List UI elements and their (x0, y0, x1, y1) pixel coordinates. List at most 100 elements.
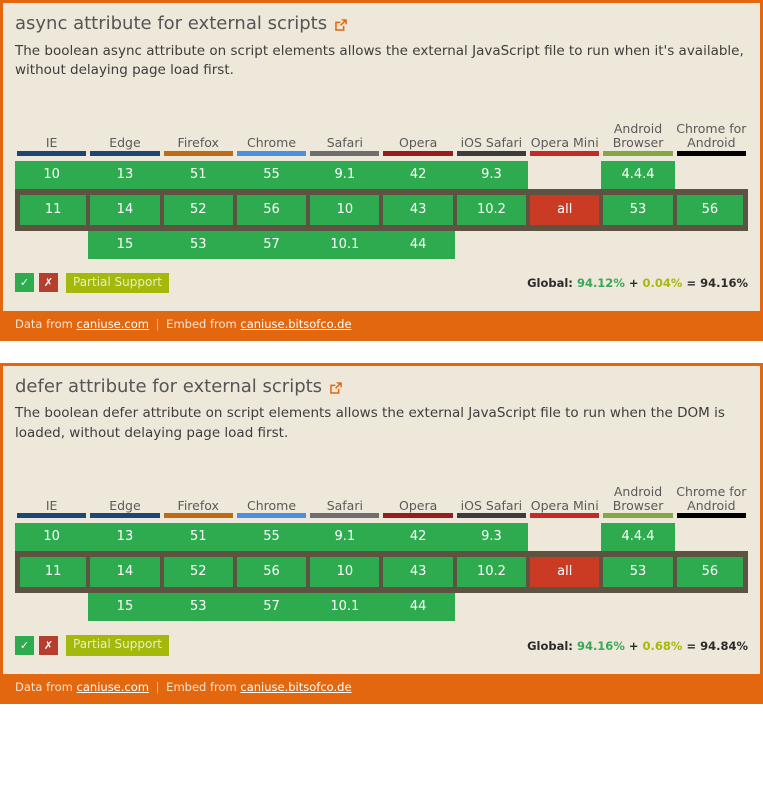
version-cell-wrap (675, 231, 748, 259)
version-cell[interactable]: 4.4.4 (601, 523, 675, 552)
legend-partial-support-key[interactable]: Partial Support (66, 635, 169, 656)
browser-rule-cell (308, 513, 381, 523)
version-cell[interactable]: 10 (310, 557, 380, 588)
browser-rule-cell (455, 513, 528, 523)
version-cell-wrap: 10.2 (454, 191, 529, 228)
version-cell-wrap: 10 (15, 160, 89, 189)
browser-name: Edge (109, 498, 141, 514)
global-label: Global: (527, 275, 573, 290)
version-cell[interactable]: 9.3 (454, 523, 529, 552)
legend-supported-key[interactable]: ✓ (15, 636, 34, 656)
support-table-head: IE Edge Firefox Chrome Safari Opera iOS Safari… (15, 95, 748, 161)
version-cell-wrap (528, 161, 601, 189)
version-cell[interactable]: 44 (381, 230, 455, 259)
version-cell[interactable]: 10.2 (456, 194, 527, 225)
version-cell[interactable]: 10.1 (308, 593, 382, 622)
browser-color-rule-edge (90, 513, 160, 519)
version-cell-wrap: 43 (381, 554, 455, 591)
version-cell[interactable]: 42 (381, 523, 455, 552)
version-cell[interactable]: 11 (20, 557, 87, 588)
browser-color-rule-android-browser (603, 513, 673, 519)
global-plus-sign: + (628, 638, 639, 653)
version-cell[interactable]: 44 (381, 593, 455, 622)
legend-unsupported-key[interactable]: ✗ (39, 636, 58, 656)
version-cell[interactable]: 10 (15, 523, 89, 552)
version-cell[interactable]: 10 (15, 160, 89, 189)
version-cell[interactable]: 9.1 (308, 523, 382, 552)
external-link-icon[interactable] (334, 18, 347, 31)
browser-header-ie: IE (15, 95, 88, 151)
version-cell[interactable]: 10 (310, 194, 380, 225)
footer-data-source-link[interactable]: caniuse.com (77, 317, 149, 331)
version-cell[interactable]: 53 (161, 593, 235, 622)
footer-data-source-link[interactable]: caniuse.com (77, 680, 149, 694)
version-cell[interactable]: 9.3 (454, 160, 529, 189)
version-cell[interactable]: 57 (234, 230, 309, 259)
version-cell-wrap: 10.1 (308, 593, 382, 622)
version-row-current: 11 14 52 56 10 43 10.2 all 53 56 (15, 554, 748, 591)
version-cell[interactable]: 9.1 (308, 160, 382, 189)
version-cell[interactable]: 55 (234, 160, 309, 189)
browser-name: Android Browser (612, 483, 664, 514)
version-cell[interactable]: 53 (603, 194, 673, 225)
version-cell-wrap: 42 (381, 160, 455, 189)
global-partial-support-pct: 0.68% (642, 638, 683, 653)
version-cell-wrap: 44 (381, 593, 455, 622)
external-link-icon[interactable] (329, 381, 342, 394)
browser-name: iOS Safari (460, 135, 523, 151)
version-cell[interactable]: all (530, 194, 600, 225)
version-cell[interactable]: 13 (88, 160, 162, 189)
browser-color-rule-safari (310, 150, 380, 156)
version-cell-wrap (528, 231, 601, 259)
version-cell[interactable]: 15 (88, 593, 162, 622)
legend-partial-support-key[interactable]: Partial Support (66, 272, 169, 293)
version-cell[interactable]: 14 (90, 557, 160, 588)
browser-rule-row (15, 513, 748, 523)
version-cell[interactable]: 53 (161, 230, 235, 259)
version-cell[interactable]: 13 (88, 523, 162, 552)
version-cell[interactable]: 43 (383, 194, 453, 225)
version-cell[interactable]: 56 (236, 557, 307, 588)
footer-embed-source-link[interactable]: caniuse.bitsofco.de (240, 680, 351, 694)
browser-header-safari: Safari (308, 95, 381, 151)
version-cell (675, 593, 748, 621)
version-cell[interactable]: 52 (163, 557, 233, 588)
legend-unsupported-key[interactable]: ✗ (39, 273, 58, 293)
version-cell[interactable]: 14 (90, 194, 160, 225)
check-icon: ✓ (19, 276, 30, 290)
version-cell[interactable]: 56 (676, 194, 743, 225)
version-cell[interactable]: 51 (161, 523, 235, 552)
version-cell[interactable]: 56 (236, 194, 307, 225)
version-cell[interactable]: 57 (234, 593, 309, 622)
version-cell[interactable]: all (530, 557, 600, 588)
panel-title-text: async attribute for external scripts (15, 13, 328, 34)
footer-embed-source-link[interactable]: caniuse.bitsofco.de (240, 317, 351, 331)
browser-header-ios-safari: iOS Safari (455, 457, 528, 513)
browser-header-ie: IE (15, 457, 88, 513)
version-cell[interactable]: 11 (20, 194, 87, 225)
browser-header-edge: Edge (88, 457, 161, 513)
version-cell[interactable]: 4.4.4 (601, 160, 675, 189)
version-cell[interactable]: 52 (163, 194, 233, 225)
version-cell[interactable]: 10.2 (456, 557, 527, 588)
version-cell[interactable]: 42 (381, 160, 455, 189)
version-cell[interactable]: 15 (88, 230, 162, 259)
browser-name: Chrome for Android (676, 483, 747, 514)
version-cell-wrap: 55 (234, 160, 309, 189)
version-cell[interactable]: 55 (234, 523, 309, 552)
browser-rule-cell (162, 513, 235, 523)
legend-supported-key[interactable]: ✓ (15, 273, 34, 293)
version-cell[interactable]: 10.1 (308, 230, 382, 259)
panel-body: defer attribute for external scripts The … (3, 365, 760, 674)
version-cell (528, 231, 601, 259)
global-partial-support-pct: 0.04% (642, 275, 683, 290)
version-cell-wrap (455, 593, 528, 621)
version-cell[interactable]: 53 (603, 557, 673, 588)
panel-gap (0, 340, 763, 363)
version-cell[interactable]: 51 (161, 160, 235, 189)
version-cell[interactable]: 56 (676, 557, 743, 588)
panel-description: The boolean async attribute on script el… (15, 42, 744, 79)
browser-rule-cell (15, 150, 88, 161)
version-cell[interactable]: 43 (383, 557, 453, 588)
footer-embed-from-label: Embed from (166, 679, 237, 694)
